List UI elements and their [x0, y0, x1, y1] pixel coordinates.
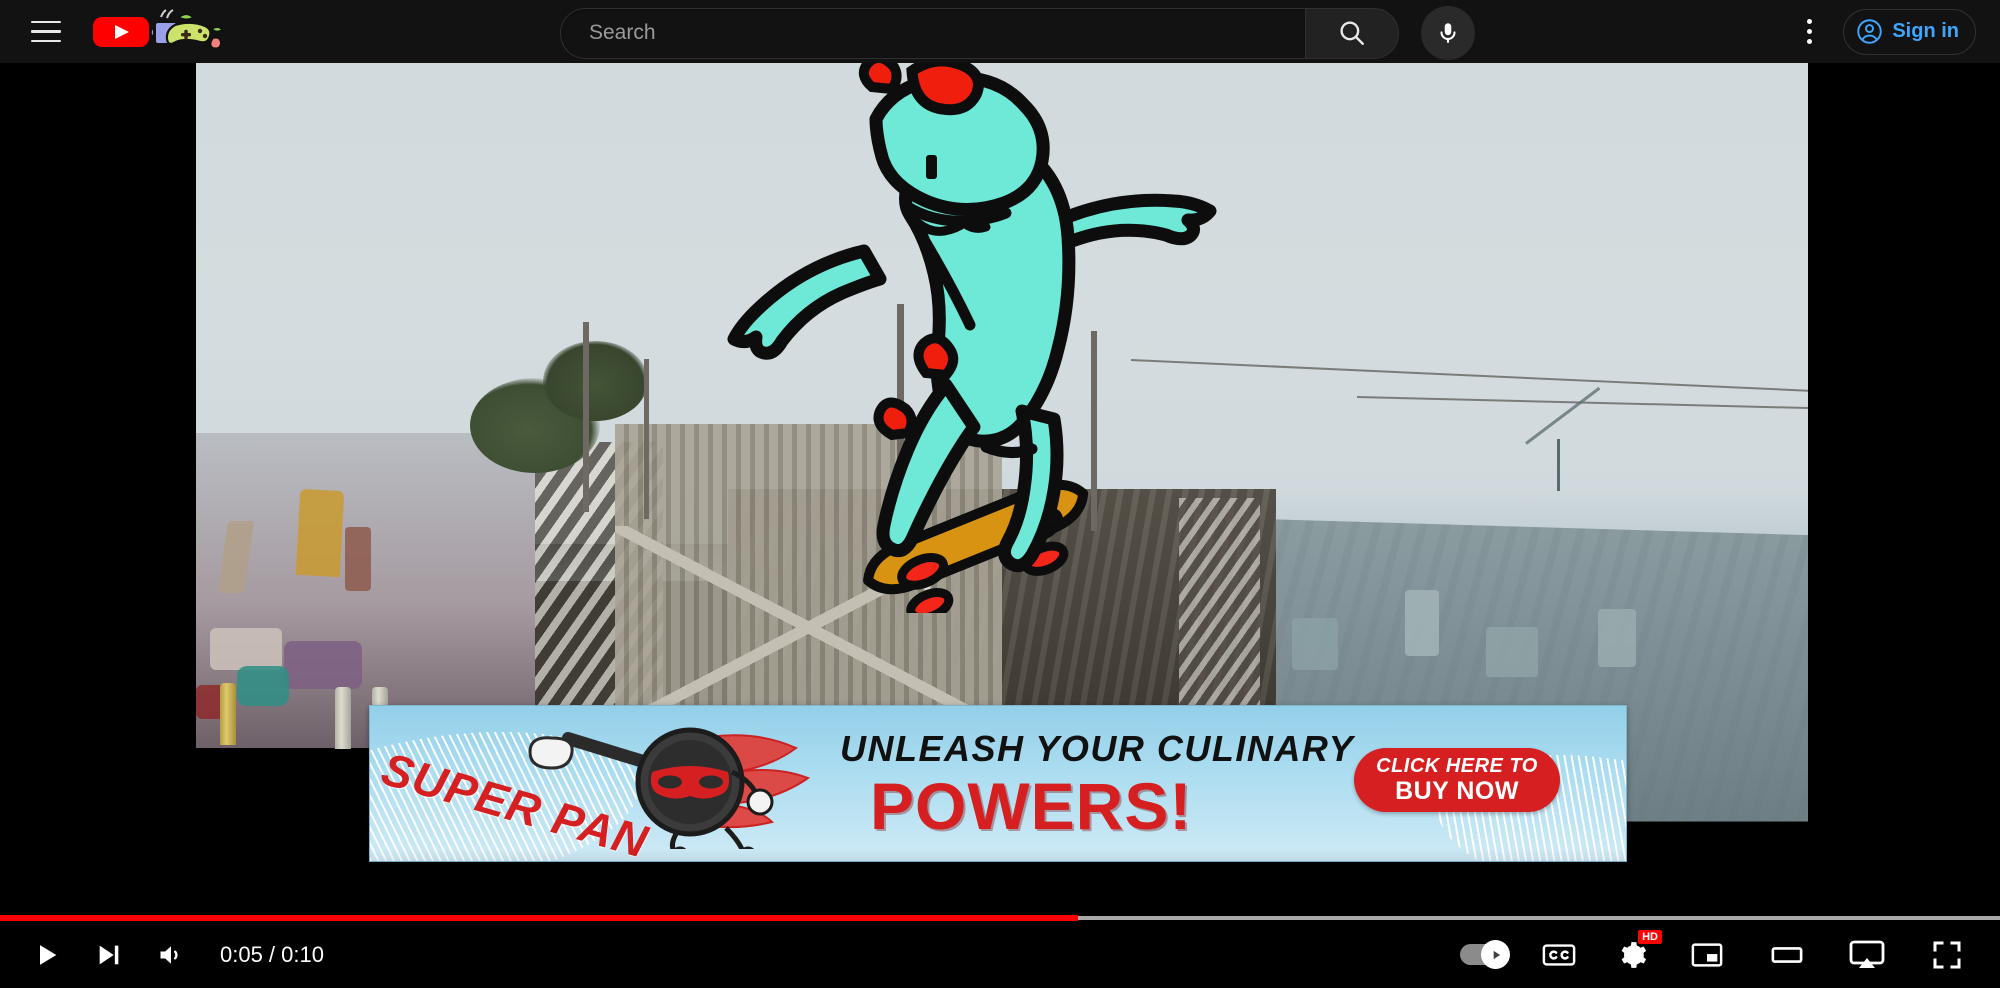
- ad-subhead: POWERS!: [870, 769, 1193, 843]
- video-scene: SUPER PAN UNLEASH YOUR CULINARY POWERS! …: [196, 63, 1808, 988]
- cast-airplay-icon: [1849, 940, 1885, 968]
- video-overlay-ad[interactable]: SUPER PAN UNLEASH YOUR CULINARY POWERS! …: [369, 705, 1627, 862]
- closed-captions-icon: [1542, 943, 1576, 966]
- top-header: Sign in: [0, 0, 2000, 63]
- autoplay-toggle-icon: [1460, 940, 1510, 969]
- ad-cta-line1: CLICK HERE TO: [1376, 754, 1538, 777]
- bollard: [334, 687, 351, 750]
- play-icon: [40, 944, 57, 965]
- miniplayer-button[interactable]: [1676, 924, 1738, 986]
- graffiti-mark: [1598, 608, 1637, 667]
- header-right-actions: Sign in: [1785, 0, 1976, 63]
- ad-cta-line2: BUY NOW: [1395, 776, 1519, 805]
- bollard: [220, 682, 237, 745]
- autoplay-toggle[interactable]: [1452, 924, 1514, 986]
- account-circle-icon: [1857, 19, 1883, 44]
- subtitles-button[interactable]: [1528, 924, 1590, 986]
- voice-search-button[interactable]: [1421, 6, 1475, 60]
- player-controls-bar: 0:05 / 0:10 HD: [0, 921, 2000, 988]
- next-track-icon: [99, 945, 119, 964]
- settings-button[interactable]: HD: [1602, 924, 1664, 986]
- fullscreen-icon: [1933, 941, 1961, 968]
- quality-badge: HD: [1638, 929, 1662, 944]
- dinosaur-character: [727, 63, 1217, 573]
- sign-in-label: Sign in: [1892, 20, 1959, 42]
- fullscreen-button[interactable]: [1916, 924, 1978, 986]
- search-area: [560, 6, 1475, 60]
- play-button[interactable]: [16, 924, 78, 986]
- youtube-page: Sign in: [0, 0, 2000, 988]
- hamburger-menu-icon[interactable]: [22, 8, 70, 56]
- time-display: 0:05 / 0:10: [220, 941, 324, 967]
- more-vertical-icon[interactable]: [1785, 8, 1833, 56]
- cast-button[interactable]: [1836, 924, 1898, 986]
- theater-mode-icon: [1771, 946, 1803, 963]
- coffee-cup-gamepad-doodle-icon: [145, 8, 231, 55]
- miniplayer-icon: [1691, 942, 1723, 967]
- graffiti-mark: [1405, 590, 1439, 657]
- utility-pole: [582, 322, 589, 512]
- crane-mast: [1556, 438, 1560, 491]
- video-player[interactable]: SUPER PAN UNLEASH YOUR CULINARY POWERS! …: [196, 63, 1808, 988]
- volume-button[interactable]: [140, 924, 202, 986]
- volume-icon: [160, 945, 178, 964]
- search-input[interactable]: [589, 21, 1305, 45]
- search-button[interactable]: [1305, 7, 1399, 59]
- ad-headline: UNLEASH YOUR CULINARY: [840, 728, 1355, 769]
- next-video-button[interactable]: [78, 924, 140, 986]
- search-box[interactable]: [560, 7, 1305, 59]
- sign-in-button[interactable]: Sign in: [1843, 8, 1976, 55]
- youtube-logo[interactable]: [92, 12, 150, 52]
- settings-gear-icon: [1621, 941, 1647, 968]
- graffiti-mark: [1485, 627, 1538, 678]
- ad-cta-button[interactable]: CLICK HERE TO BUY NOW: [1354, 748, 1560, 812]
- microphone-icon: [1440, 23, 1456, 43]
- theater-mode-button[interactable]: [1756, 924, 1818, 986]
- graffiti-mural: [196, 433, 535, 748]
